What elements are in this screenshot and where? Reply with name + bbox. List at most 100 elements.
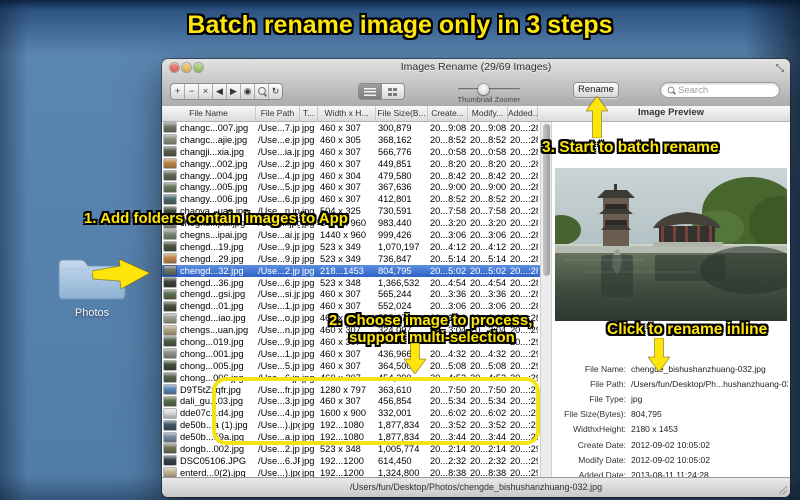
- cell-file-type: jpg: [302, 194, 315, 205]
- table-row[interactable]: changy...004.jpg /Use...4.jpg jpg 460 x …: [162, 170, 540, 182]
- cell-file-size: 1,005,774: [378, 443, 420, 454]
- metadata-value[interactable]: 2012-09-02 10:05:02: [631, 440, 710, 450]
- cell-file-path: /Use...ia.jpg: [258, 146, 300, 157]
- arrow-to-rename-button: [586, 96, 608, 138]
- metadata-value[interactable]: 2012-09-02 10:05:02: [631, 455, 710, 465]
- cell-file-path: /Use...5.jpg: [258, 360, 300, 371]
- table-row[interactable]: changy...002.jpg /Use...2.jpg jpg 460 x …: [162, 158, 540, 170]
- file-thumbnail: [164, 361, 176, 371]
- cell-file-name: dongb...002.jpg: [180, 443, 245, 454]
- cell-modify-date: 20...9:00: [470, 182, 507, 193]
- cell-file-path: /Use...2.jpg: [258, 443, 300, 454]
- search-placeholder: Search: [678, 84, 709, 96]
- column-header[interactable]: Width x H...: [318, 106, 376, 121]
- file-thumbnail: [164, 289, 176, 299]
- cell-file-size: 614,450: [378, 455, 412, 466]
- table-row[interactable]: chengd...19.jpg /Use...9.jpg jpg 523 x 3…: [162, 241, 540, 253]
- fullscreen-icon[interactable]: [775, 63, 785, 73]
- metadata-label: WidthxHeight:: [573, 424, 626, 435]
- table-row[interactable]: changc...ajie.jpg /Use...e.jpg jpg 460 x…: [162, 134, 540, 146]
- cell-modify-date: 20...8:42: [470, 170, 507, 181]
- file-thumbnail: [164, 123, 176, 133]
- metadata-value[interactable]: /Users/fun/Desktop/Ph...hushanzhuang-032…: [631, 379, 788, 389]
- minimize-window-button[interactable]: [182, 63, 191, 72]
- cell-file-size: 1,070,197: [378, 241, 420, 252]
- title-bar[interactable]: Images Rename (29/69 Images): [162, 59, 790, 76]
- thumbnail-zoomer-slider[interactable]: [458, 83, 520, 95]
- cell-added-date: 20...:28: [510, 301, 538, 312]
- file-thumbnail: [164, 313, 176, 323]
- cell-create-date: 20...9:00: [430, 182, 467, 193]
- column-headers: File Name File Path T... Width x H... File S…: [162, 106, 538, 121]
- cell-file-name: changy...006.jpg: [180, 194, 248, 205]
- cell-dimensions: 460 x 307: [320, 182, 361, 193]
- metadata-panel: File Name: chengde_bishushanzhuang-032.j…: [554, 361, 788, 478]
- cell-added-date: 20...:29: [510, 455, 538, 466]
- zoom-search-button[interactable]: [255, 84, 269, 99]
- cell-file-size: 565,244: [378, 289, 412, 300]
- cell-file-type: jpg: [302, 301, 315, 312]
- resize-grip[interactable]: [778, 485, 788, 495]
- table-row[interactable]: chong...005.jpg /Use...5.jpg jpg 460 x 3…: [162, 360, 540, 372]
- cell-file-type: jpg: [302, 170, 315, 181]
- table-row[interactable]: DSC05106.JPG /Use...6.JPG jpg 192...1200…: [162, 455, 540, 467]
- cell-create-date: 20...7:58: [430, 206, 467, 217]
- column-header[interactable]: Create...: [428, 106, 468, 121]
- refresh-button[interactable]: ↻: [269, 84, 282, 99]
- grid-view-button[interactable]: [381, 84, 404, 99]
- table-row[interactable]: chengd...gsi.jpg /Use...si.jpg jpg 460 x…: [162, 288, 540, 300]
- cell-file-type: jpg: [302, 443, 315, 454]
- cell-added-date: 20...:28: [510, 122, 538, 133]
- column-header[interactable]: Added...: [508, 106, 538, 121]
- column-header[interactable]: File Path: [256, 106, 300, 121]
- zoom-window-button[interactable]: [194, 63, 203, 72]
- annotation-inline-tip: Click to rename inline: [607, 321, 768, 338]
- metadata-label: File Size(Bytes):: [564, 409, 626, 420]
- previous-image-button[interactable]: ◀: [213, 84, 227, 99]
- metadata-label: Modify Date:: [578, 454, 626, 465]
- metadata-value[interactable]: 804,795: [631, 409, 662, 419]
- arrow-to-filename-field: [648, 338, 670, 372]
- clear-files-button[interactable]: ×: [199, 84, 213, 99]
- list-view-button[interactable]: [359, 84, 381, 99]
- table-row[interactable]: chengd...32.jpg /Use...2.jpg jpg 218...1…: [162, 264, 540, 277]
- cell-file-name: chengd...19.jpg: [180, 241, 244, 252]
- file-thumbnail: [164, 337, 176, 347]
- next-image-button[interactable]: ▶: [227, 84, 241, 99]
- table-row[interactable]: chong...001.jpg /Use...1.jpg jpg 460 x 3…: [162, 348, 540, 360]
- table-row[interactable]: changc...007.jpg /Use...7.jpg jpg 460 x …: [162, 122, 540, 134]
- cell-added-date: 20...:28: [510, 277, 538, 288]
- table-row[interactable]: chengd...29.jpg /Use...9.jpg jpg 523 x 3…: [162, 253, 540, 265]
- table-row[interactable]: chengd...36.jpg /Use...6.jpg jpg 523 x 3…: [162, 277, 540, 289]
- slider-knob[interactable]: [478, 83, 489, 95]
- annotation-step2-line1: 2. Choose image to process,: [329, 312, 533, 329]
- add-files-button[interactable]: +: [171, 84, 185, 99]
- cell-file-path: /Use...1.jpg: [258, 348, 300, 359]
- close-window-button[interactable]: [170, 63, 179, 72]
- cell-file-type: jpg: [302, 360, 315, 371]
- cell-file-type: jpg: [302, 253, 315, 264]
- metadata-value[interactable]: jpg: [631, 394, 642, 404]
- cell-file-size: 368,162: [378, 134, 412, 145]
- column-header[interactable]: Modify...: [468, 106, 508, 121]
- cell-file-type: jpg: [302, 241, 315, 252]
- cell-file-name: changc...007.jpg: [180, 122, 249, 133]
- file-thumbnail: [164, 456, 176, 466]
- remove-files-button[interactable]: −: [185, 84, 199, 99]
- table-row[interactable]: changy...006.jpg /Use...6.jpg jpg 460 x …: [162, 193, 540, 205]
- cell-create-date: 20...3:20: [430, 218, 467, 229]
- thumbnail-zoomer-label: Thumbnail Zoomer: [457, 95, 521, 104]
- table-row[interactable]: changji...xia.jpg /Use...ia.jpg jpg 460 …: [162, 146, 540, 158]
- vertical-scrollbar[interactable]: [540, 122, 552, 478]
- preview-eye-button[interactable]: ◉: [241, 84, 255, 99]
- metadata-value[interactable]: 2180 x 1453: [631, 424, 678, 434]
- table-row[interactable]: changy...005.jpg /Use...5.jpg jpg 460 x …: [162, 181, 540, 193]
- cell-modify-date: 20...2:32: [470, 455, 507, 466]
- column-header[interactable]: T...: [300, 106, 318, 121]
- cell-file-path: /Use...9.jpg: [258, 253, 300, 264]
- search-input[interactable]: Search: [660, 82, 780, 98]
- column-header[interactable]: File Name: [162, 106, 256, 121]
- table-row[interactable]: chegns...ipai.jpg /Use...ai.jpg jpg 1440…: [162, 229, 540, 241]
- table-row[interactable]: chengd...01.jpg /Use...1.jpg jpg 460 x 3…: [162, 300, 540, 312]
- column-header[interactable]: File Size(B...: [376, 106, 428, 121]
